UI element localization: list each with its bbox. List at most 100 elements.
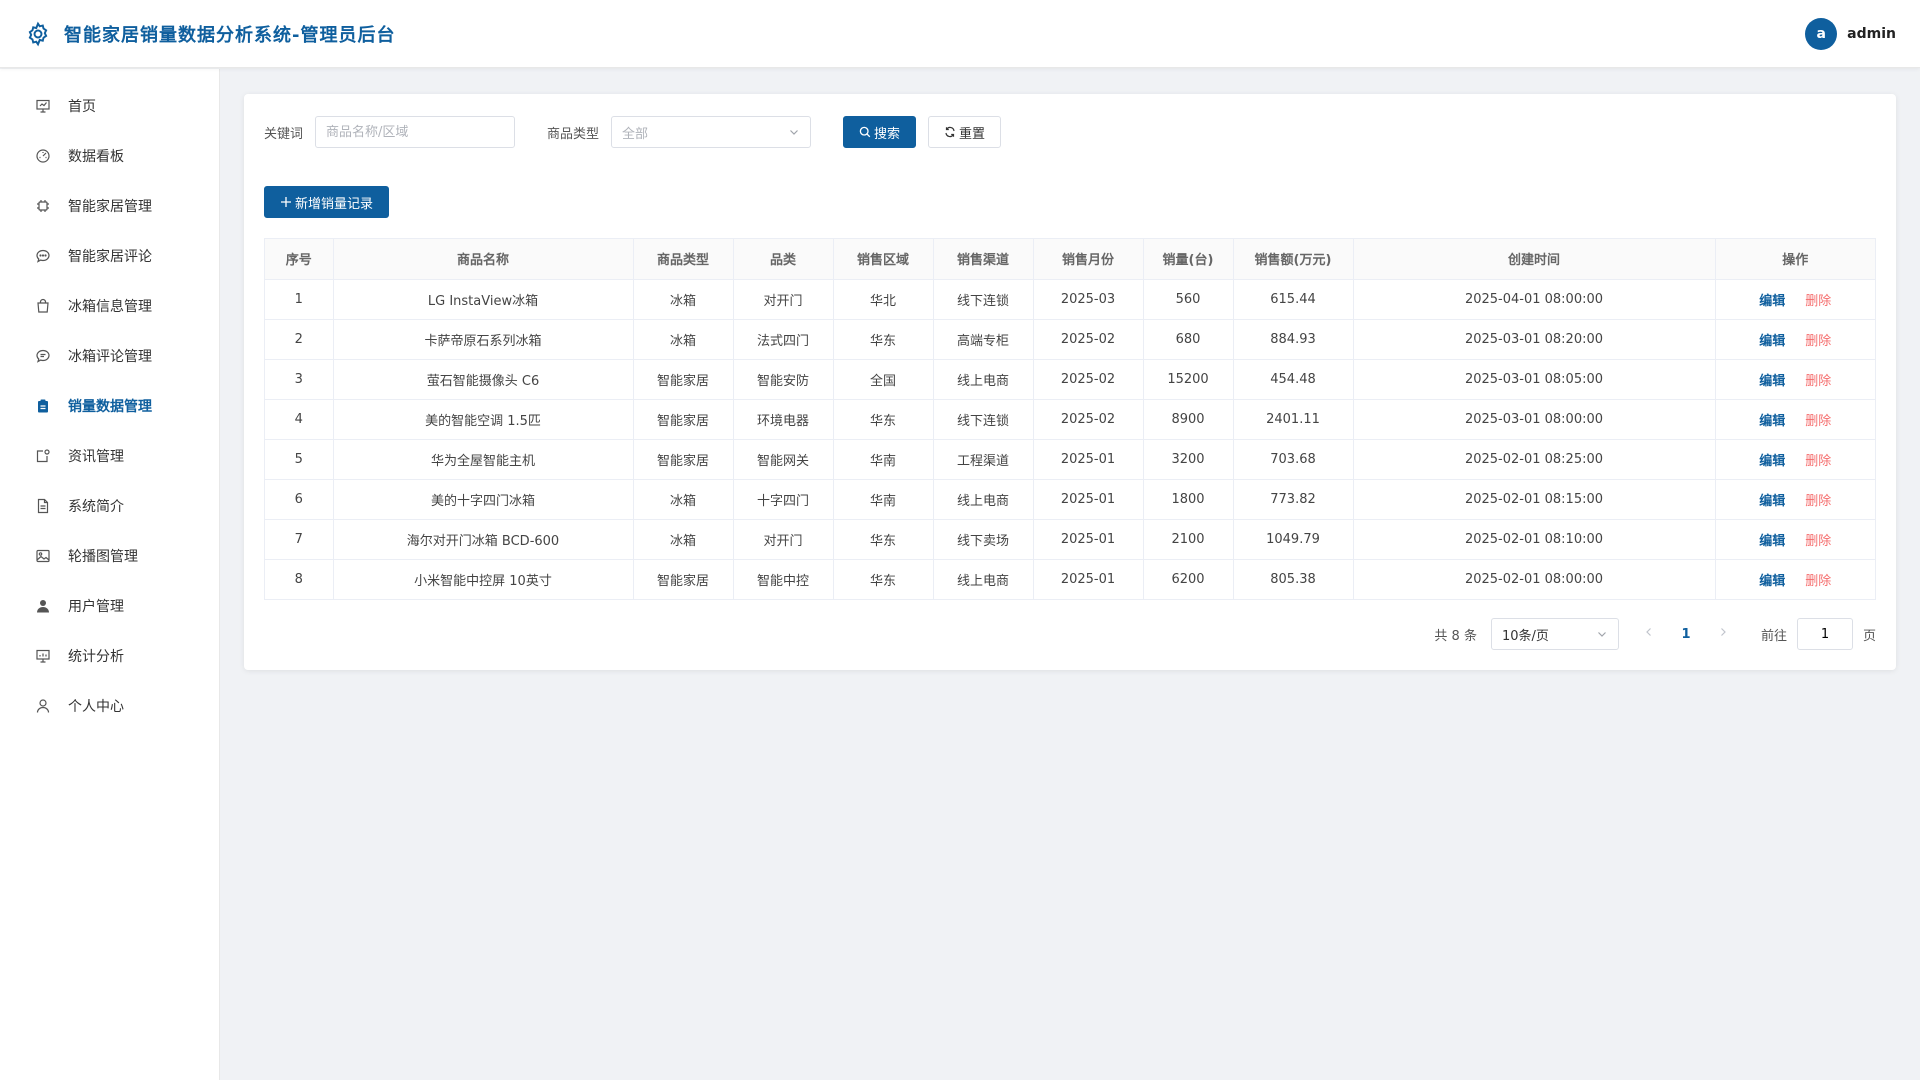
picture-icon (34, 547, 52, 565)
keyword-input[interactable] (315, 116, 516, 148)
clipboard-icon (34, 397, 52, 415)
cell-region: 华东 (833, 319, 934, 360)
edit-button[interactable]: 编辑 (1759, 334, 1785, 349)
edit-button[interactable]: 编辑 (1759, 294, 1785, 309)
delete-button[interactable]: 删除 (1805, 574, 1831, 589)
cell-region: 华东 (833, 399, 934, 440)
search-button[interactable]: 搜索 (843, 116, 917, 148)
user-filled-icon (34, 597, 52, 615)
cell-created: 2025-03-01 08:05:00 (1353, 359, 1716, 400)
column-header: 销售额(万元) (1233, 239, 1354, 280)
page-size-select[interactable]: 10条/页 (1490, 618, 1619, 650)
cell-type: 智能家居 (633, 399, 734, 440)
sidebar-item-fridge-info[interactable]: 冰箱信息管理 (0, 281, 219, 331)
cell-name: 美的十字四门冰箱 (333, 479, 634, 520)
edit-button[interactable]: 编辑 (1759, 574, 1785, 589)
cell-units: 560 (1143, 279, 1234, 320)
avatar[interactable]: a (1805, 17, 1838, 50)
username[interactable]: admin (1847, 26, 1896, 42)
cell-amount: 805.38 (1233, 559, 1354, 599)
edit-button[interactable]: 编辑 (1759, 534, 1785, 549)
cell-channel: 线上电商 (933, 359, 1034, 400)
goto-page-input[interactable] (1796, 618, 1853, 650)
cell-units: 8900 (1143, 399, 1234, 440)
delete-button[interactable]: 删除 (1805, 294, 1831, 309)
cell-created: 2025-02-01 08:00:00 (1353, 559, 1716, 599)
sidebar-item-news[interactable]: 资讯管理 (0, 431, 219, 481)
delete-button[interactable]: 删除 (1805, 414, 1831, 429)
cell-region: 华南 (833, 479, 934, 520)
sidebar-item-system-intro[interactable]: 系统简介 (0, 481, 219, 531)
edit-button[interactable]: 编辑 (1759, 414, 1785, 429)
chat-icon (34, 347, 52, 365)
column-header: 销售月份 (1033, 239, 1144, 280)
chevron-down-icon (788, 126, 800, 138)
chevron-down-icon (1596, 628, 1608, 640)
edit-button[interactable]: 编辑 (1759, 454, 1785, 469)
cell-category: 环境电器 (733, 399, 834, 440)
filter-bar: 关键词 商品类型 全部 搜索 重置 (264, 116, 1876, 148)
product-type-select[interactable]: 全部 (611, 116, 812, 148)
cell-created: 2025-02-01 08:15:00 (1353, 479, 1716, 520)
delete-button[interactable]: 删除 (1805, 494, 1831, 509)
sidebar-item-home[interactable]: 首页 (0, 81, 219, 131)
edit-button[interactable]: 编辑 (1759, 494, 1785, 509)
pagination: 共 8 条 10条/页 1 前往 页 (264, 618, 1876, 650)
prev-page-button[interactable] (1637, 618, 1661, 650)
delete-button[interactable]: 删除 (1805, 334, 1831, 349)
cell-index: 7 (265, 519, 334, 560)
cell-amount: 615.44 (1233, 279, 1354, 320)
sidebar-item-sales-data[interactable]: 销量数据管理 (0, 381, 219, 431)
edit-button[interactable]: 编辑 (1759, 374, 1785, 389)
cell-name: 华为全屋智能主机 (333, 439, 634, 480)
sidebar-item-smart-home[interactable]: 智能家居管理 (0, 181, 219, 231)
action-bar: 新增销量记录 (264, 186, 1876, 218)
table-row: 7 海尔对开门冰箱 BCD-600 冰箱 对开门 华东 线下卖场 2025-01… (265, 519, 1875, 560)
page-size-value: 10条/页 (1501, 628, 1549, 644)
cell-actions: 编辑 删除 (1715, 359, 1875, 400)
sidebar-item-fridge-comments[interactable]: 冰箱评论管理 (0, 331, 219, 381)
reset-button[interactable]: 重置 (928, 116, 1002, 148)
gear-icon (24, 20, 52, 48)
cell-index: 5 (265, 439, 334, 480)
cell-amount: 884.93 (1233, 319, 1354, 360)
cell-category: 智能安防 (733, 359, 834, 400)
cell-units: 1800 (1143, 479, 1234, 520)
delete-button[interactable]: 删除 (1805, 454, 1831, 469)
cell-region: 华东 (833, 519, 934, 560)
add-sales-record-button[interactable]: 新增销量记录 (264, 186, 390, 218)
cell-month: 2025-02 (1033, 319, 1144, 360)
cell-created: 2025-02-01 08:25:00 (1353, 439, 1716, 480)
cell-units: 3200 (1143, 439, 1234, 480)
page-number[interactable]: 1 (1671, 627, 1701, 642)
sidebar-item-dashboard[interactable]: 数据看板 (0, 131, 219, 181)
delete-button[interactable]: 删除 (1805, 534, 1831, 549)
sales-table: 序号 商品名称 商品类型 品类 销售区域 销售渠道 销售月份 销量(台) 销售额… (264, 238, 1876, 600)
cell-name: 海尔对开门冰箱 BCD-600 (333, 519, 634, 560)
sidebar-item-carousel[interactable]: 轮播图管理 (0, 531, 219, 581)
product-type-label: 商品类型 (547, 126, 600, 142)
chart-board-icon (34, 647, 52, 665)
user-menu[interactable]: a admin (1805, 17, 1896, 50)
cell-region: 全国 (833, 359, 934, 400)
next-page-button[interactable] (1711, 618, 1735, 650)
cell-amount: 454.48 (1233, 359, 1354, 400)
cell-index: 6 (265, 479, 334, 520)
cell-actions: 编辑 删除 (1715, 559, 1875, 599)
cell-channel: 线上电商 (933, 559, 1034, 599)
sidebar-item-smart-home-comments[interactable]: 智能家居评论 (0, 231, 219, 281)
sidebar-item-statistics[interactable]: 统计分析 (0, 631, 219, 681)
app-title: 智能家居销量数据分析系统-管理员后台 (64, 24, 396, 46)
sidebar-item-users[interactable]: 用户管理 (0, 581, 219, 631)
search-icon (859, 126, 871, 138)
column-header: 商品类型 (633, 239, 734, 280)
sidebar-item-profile[interactable]: 个人中心 (0, 681, 219, 731)
cell-category: 对开门 (733, 279, 834, 320)
cell-name: LG InstaView冰箱 (333, 279, 634, 320)
column-header: 序号 (265, 239, 334, 280)
table-row: 3 萤石智能摄像头 C6 智能家居 智能安防 全国 线上电商 2025-02 1… (265, 359, 1875, 400)
delete-button[interactable]: 删除 (1805, 374, 1831, 389)
cell-units: 680 (1143, 319, 1234, 360)
cell-region: 华北 (833, 279, 934, 320)
top-header: 智能家居销量数据分析系统-管理员后台 a admin (0, 0, 1920, 68)
